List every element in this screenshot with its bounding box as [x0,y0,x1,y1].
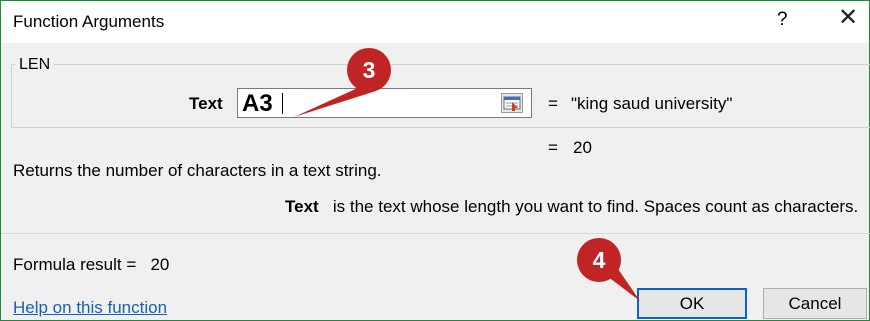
callout-4: 4 [577,238,621,282]
callout-3: 3 [347,48,391,92]
callout-pointers [294,86,640,301]
